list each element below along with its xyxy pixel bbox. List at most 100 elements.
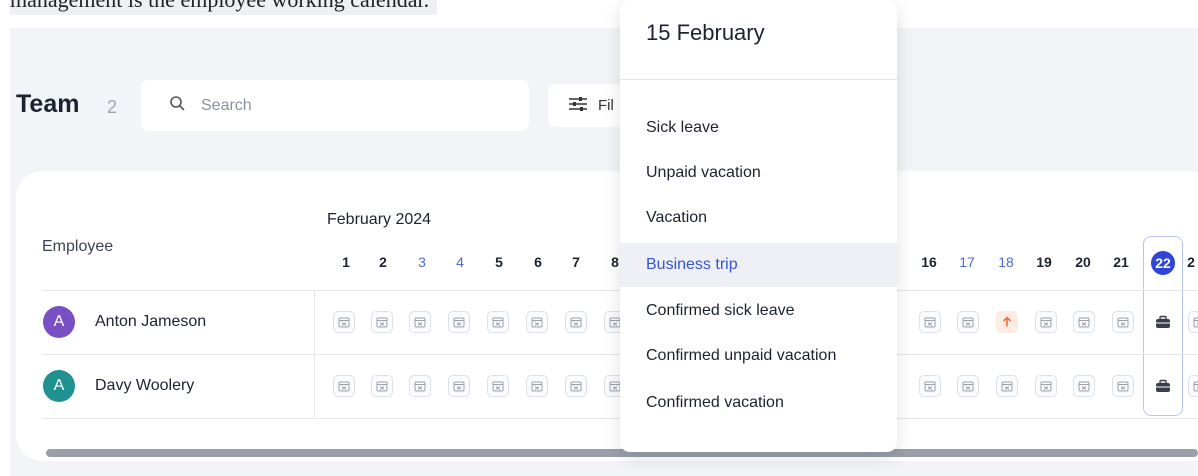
employee-name[interactable]: Anton Jameson (95, 313, 206, 331)
day-header[interactable]: 1 (333, 254, 359, 270)
day-cell[interactable] (957, 311, 979, 333)
day-cell[interactable] (996, 375, 1018, 397)
menu-item-business-trip[interactable]: Business trip (620, 243, 897, 287)
day-cell[interactable] (1073, 375, 1095, 397)
day-header[interactable]: 17 (954, 254, 980, 270)
day-cell[interactable] (1112, 375, 1134, 397)
menu-item-confirmed-unpaid-vacation[interactable]: Confirmed unpaid vacation (620, 334, 897, 378)
briefcase-icon (1155, 379, 1171, 393)
menu-divider (620, 79, 897, 80)
calendar-x-icon (1193, 380, 1198, 392)
arrow-up-icon (1001, 316, 1013, 328)
calendar-x-icon (1117, 380, 1129, 392)
day-cell[interactable] (1112, 311, 1134, 333)
day-header[interactable]: 5 (486, 254, 512, 270)
day-cell[interactable] (409, 311, 431, 333)
column-divider (314, 290, 315, 418)
menu-item-unpaid-vacation[interactable]: Unpaid vacation (620, 151, 897, 195)
day-cell[interactable] (487, 311, 509, 333)
day-cell[interactable] (919, 311, 941, 333)
month-label: February 2024 (327, 211, 432, 228)
calendar-x-icon (453, 316, 465, 328)
day-header[interactable]: 7 (563, 254, 589, 270)
calendar-x-icon (570, 380, 582, 392)
calendar-x-icon (1078, 316, 1090, 328)
day-cell[interactable] (919, 375, 941, 397)
calendar-x-icon (453, 380, 465, 392)
day-cell[interactable] (1035, 375, 1057, 397)
calendar-x-icon (1193, 316, 1198, 328)
avatar: A (43, 370, 75, 402)
calendar-x-icon (1078, 380, 1090, 392)
calendar-x-icon (338, 316, 350, 328)
calendar-x-icon (531, 316, 543, 328)
day-header[interactable]: 16 (916, 254, 942, 270)
day-cell[interactable] (448, 311, 470, 333)
day-cell[interactable] (526, 375, 548, 397)
search-box[interactable] (141, 80, 529, 131)
day-cell[interactable] (1188, 375, 1198, 397)
calendar-x-icon (1040, 380, 1052, 392)
calendar-x-icon (962, 316, 974, 328)
business-trip-cell[interactable] (1152, 311, 1174, 333)
menu-item-confirmed-vacation[interactable]: Confirmed vacation (620, 381, 897, 425)
briefcase-icon (1155, 315, 1171, 329)
day-cell[interactable] (526, 311, 548, 333)
day-cell[interactable] (487, 375, 509, 397)
calendar-x-icon (376, 316, 388, 328)
calendar-x-icon (924, 380, 936, 392)
day-cell[interactable] (1188, 311, 1198, 333)
day-header[interactable]: 18 (993, 254, 1019, 270)
avatar: A (43, 306, 75, 338)
search-input[interactable] (199, 95, 503, 116)
day-header[interactable]: 19 (1031, 254, 1057, 270)
page-caption: management is the employee working calen… (10, 0, 438, 15)
day-cell[interactable] (448, 375, 470, 397)
day-cell[interactable] (957, 375, 979, 397)
calendar-x-icon (1001, 380, 1013, 392)
calendar-x-icon (376, 380, 388, 392)
day-header[interactable]: 21 (1108, 254, 1134, 270)
filter-label: Fil (598, 97, 614, 114)
day-cell[interactable] (565, 375, 587, 397)
day-header[interactable]: 2 (370, 254, 396, 270)
calendar-x-icon (414, 380, 426, 392)
day-cell[interactable] (333, 375, 355, 397)
menu-item-vacation[interactable]: Vacation (620, 196, 897, 240)
calendar-x-icon (492, 316, 504, 328)
day-cell[interactable] (1035, 311, 1057, 333)
day-header[interactable]: 4 (447, 254, 473, 270)
search-icon (169, 95, 185, 116)
team-title: Team (16, 90, 80, 118)
day-cell[interactable] (565, 311, 587, 333)
day-header[interactable]: 6 (525, 254, 551, 270)
day-cell[interactable] (371, 375, 393, 397)
calendar-x-icon (531, 380, 543, 392)
menu-item-confirmed-sick-leave[interactable]: Confirmed sick leave (620, 289, 897, 333)
day-header[interactable]: 2 (1184, 254, 1198, 270)
day-cell[interactable] (409, 375, 431, 397)
calendar-x-icon (492, 380, 504, 392)
calendar-x-icon (414, 316, 426, 328)
day-cell[interactable] (1073, 311, 1095, 333)
menu-item-sick-leave[interactable]: Sick leave (620, 106, 897, 150)
business-trip-cell[interactable] (1152, 375, 1174, 397)
calendar-x-icon (1117, 316, 1129, 328)
day-header[interactable]: 3 (409, 254, 435, 270)
sick-leave-cell[interactable] (996, 311, 1018, 333)
horizontal-scrollbar[interactable] (46, 449, 1198, 457)
calendar-x-icon (924, 316, 936, 328)
sliders-icon (568, 96, 588, 116)
employee-column-header: Employee (42, 238, 114, 255)
employee-name[interactable]: Davy Woolery (95, 377, 194, 395)
day-cell[interactable] (371, 311, 393, 333)
team-count: 2 (107, 97, 118, 117)
day-cell[interactable] (333, 311, 355, 333)
calendar-x-icon (962, 380, 974, 392)
day-status-menu: 15 February Sick leave Unpaid vacation Vac… (620, 0, 897, 452)
calendar-x-icon (338, 380, 350, 392)
menu-title: 15 February (646, 20, 765, 45)
day-header[interactable]: 20 (1070, 254, 1096, 270)
calendar-x-icon (570, 316, 582, 328)
calendar-x-icon (1040, 316, 1052, 328)
